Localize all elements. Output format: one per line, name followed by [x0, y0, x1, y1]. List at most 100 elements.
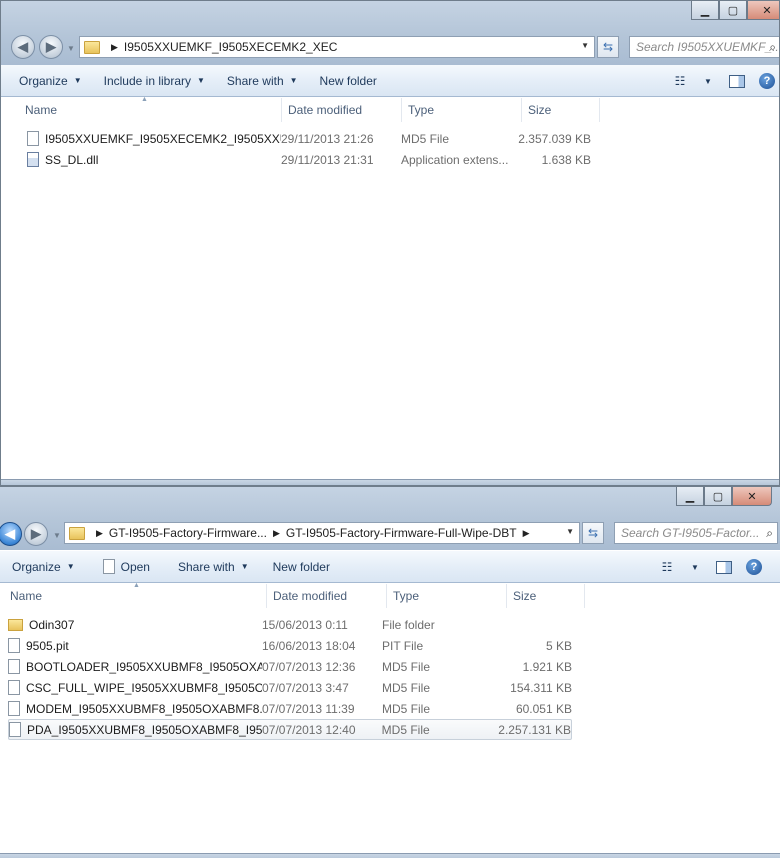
preview-pane-icon[interactable] — [729, 74, 745, 88]
refresh-button[interactable]: ⇆ — [597, 36, 619, 58]
file-list: I9505XXUEMKF_I9505XECEMK2_I9505XXU... 29/… — [27, 128, 779, 170]
recent-pages-dropdown-icon[interactable]: ▼ — [67, 44, 75, 53]
address-bar[interactable]: ▶ I9505XXUEMKF_I9505XECEMK2_XEC ▼ — [79, 36, 595, 58]
breadcrumb-separator-icon[interactable]: ▶ — [96, 528, 103, 539]
share-with-button[interactable]: Share with ▼ — [219, 69, 306, 93]
recent-pages-dropdown-icon[interactable]: ▼ — [53, 531, 61, 540]
refresh-icon: ⇆ — [587, 526, 599, 540]
column-headers: ▲ Name Date modified Type Size — [0, 582, 780, 608]
file-date: 29/11/2013 21:26 — [281, 131, 374, 146]
breadcrumb-separator-icon[interactable]: ▶ — [523, 528, 530, 539]
file-name: Odin307 — [29, 617, 75, 632]
organize-button[interactable]: Organize ▼ — [11, 69, 90, 93]
file-date: 07/07/2013 11:39 — [262, 701, 355, 716]
file-row[interactable]: Odin307 15/06/2013 0:11 File folder — [8, 614, 572, 635]
include-in-library-button[interactable]: Include in library ▼ — [96, 69, 213, 93]
maximize-button[interactable]: ▢ — [719, 1, 747, 20]
chevron-down-icon: ▼ — [73, 76, 82, 85]
file-date: 07/07/2013 12:40 — [262, 722, 356, 737]
column-header-size[interactable]: Size — [522, 98, 600, 122]
sort-ascending-icon: ▲ — [141, 96, 148, 103]
file-name: SS_DL.dll — [45, 152, 99, 167]
column-header-type[interactable]: Type — [387, 584, 507, 608]
file-name-cell[interactable]: Odin307 — [8, 618, 262, 632]
column-header-type[interactable]: Type — [402, 98, 522, 122]
column-header-date[interactable]: Date modified — [282, 98, 402, 122]
change-view-icon[interactable]: ☷ — [669, 71, 691, 91]
breadcrumb-separator-icon[interactable]: ▶ — [273, 528, 280, 539]
search-input[interactable]: Search I9505XXUEMKF_... ⌕ — [629, 36, 779, 58]
view-controls: ☷ ▼ ? — [669, 65, 779, 97]
chevron-down-icon: ▼ — [240, 562, 249, 571]
file-row[interactable]: 9505.pit 16/06/2013 18:04 PIT File 5 KB — [8, 635, 572, 656]
new-folder-button[interactable]: New folder — [312, 69, 385, 93]
file-row[interactable]: SS_DL.dll 29/11/2013 21:31 Application ext… — [27, 149, 591, 170]
back-arrow-icon: ◀ — [5, 526, 15, 541]
refresh-icon: ⇆ — [602, 40, 614, 54]
file-name-cell[interactable]: SS_DL.dll — [27, 152, 281, 167]
file-date: 16/06/2013 18:04 — [262, 638, 356, 653]
column-size-label: Size — [513, 589, 537, 603]
file-name-cell[interactable]: MODEM_I9505XXUBMF8_I9505OXABMF8... — [8, 701, 262, 716]
new-folder-label: New folder — [319, 73, 377, 88]
navigation-bar: ◀ ▶ ▼ ▶ GT-I9505-Factory-Firmware... ▶ G… — [0, 518, 780, 550]
forward-button[interactable]: ▶ — [24, 522, 48, 546]
view-dropdown-icon[interactable]: ▼ — [697, 71, 719, 91]
refresh-button[interactable]: ⇆ — [582, 522, 604, 544]
address-dropdown-icon[interactable]: ▼ — [581, 41, 589, 50]
address-bar[interactable]: ▶ GT-I9505-Factory-Firmware... ▶ GT-I950… — [64, 522, 580, 544]
help-icon[interactable]: ? — [746, 559, 762, 575]
file-type: MD5 File — [381, 722, 430, 737]
column-header-size[interactable]: Size — [507, 584, 585, 608]
file-date: 07/07/2013 3:47 — [262, 680, 349, 695]
minimize-button[interactable]: ▁ — [676, 487, 704, 506]
file-name-cell[interactable]: CSC_FULL_WIPE_I9505XXUBMF8_I9505OX... — [8, 680, 262, 695]
address-dropdown-icon[interactable]: ▼ — [566, 527, 574, 536]
breadcrumb-segment[interactable]: GT-I9505-Factory-Firmware... — [109, 526, 267, 540]
maximize-button[interactable]: ▢ — [704, 487, 732, 506]
file-row[interactable]: CSC_FULL_WIPE_I9505XXUBMF8_I9505OX... 07/… — [8, 677, 572, 698]
close-button[interactable]: ✕ — [732, 487, 772, 506]
forward-button[interactable]: ▶ — [39, 35, 63, 59]
column-header-name[interactable]: ▲ Name — [1, 96, 282, 122]
back-button[interactable]: ◀ — [0, 522, 22, 546]
search-icon[interactable]: ⌕ — [769, 40, 776, 55]
file-name-cell[interactable]: BOOTLOADER_I9505XXUBMF8_I9505OXA... — [8, 659, 262, 674]
file-name-cell[interactable]: I9505XXUEMKF_I9505XECEMK2_I9505XXU... — [27, 131, 281, 146]
forward-arrow-icon: ▶ — [46, 39, 56, 54]
change-view-icon[interactable]: ☷ — [656, 557, 678, 577]
column-header-date[interactable]: Date modified — [267, 584, 387, 608]
file-icon — [8, 701, 20, 716]
file-icon — [8, 638, 20, 653]
search-icon[interactable]: ⌕ — [766, 526, 773, 541]
sort-ascending-icon: ▲ — [133, 582, 140, 589]
file-type: Application extens... — [401, 152, 509, 167]
new-folder-label: New folder — [272, 559, 330, 574]
document-icon — [102, 559, 115, 574]
file-name-cell[interactable]: 9505.pit — [8, 638, 262, 653]
organize-button[interactable]: Organize ▼ — [4, 555, 83, 579]
file-row[interactable]: I9505XXUEMKF_I9505XECEMK2_I9505XXU... 29/… — [27, 128, 591, 149]
file-name-cell[interactable]: PDA_I9505XXUBMF8_I9505OXABMF8_I95... — [9, 722, 262, 737]
column-header-name[interactable]: ▲ Name — [0, 582, 267, 608]
help-icon[interactable]: ? — [759, 73, 775, 89]
file-row[interactable]: PDA_I9505XXUBMF8_I9505OXABMF8_I95... 07/0… — [8, 719, 572, 740]
file-row[interactable]: BOOTLOADER_I9505XXUBMF8_I9505OXA... 07/07… — [8, 656, 572, 677]
preview-pane-icon[interactable] — [716, 560, 732, 574]
breadcrumb-separator-icon[interactable]: ▶ — [111, 42, 118, 53]
view-dropdown-icon[interactable]: ▼ — [684, 557, 706, 577]
breadcrumb-segment[interactable]: GT-I9505-Factory-Firmware-Full-Wipe-DBT — [286, 526, 517, 540]
open-button[interactable]: Open — [95, 555, 158, 579]
search-placeholder: Search GT-I9505-Factor... — [621, 526, 760, 540]
back-button[interactable]: ◀ — [11, 35, 35, 59]
new-folder-button[interactable]: New folder — [265, 555, 338, 579]
command-bar: Organize ▼ Include in library ▼ Share with… — [1, 65, 779, 97]
search-input[interactable]: Search GT-I9505-Factor... ⌕ — [614, 522, 778, 544]
file-row[interactable]: MODEM_I9505XXUBMF8_I9505OXABMF8... 07/07/… — [8, 698, 572, 719]
minimize-button[interactable]: ▁ — [691, 1, 719, 20]
file-icon — [27, 131, 39, 146]
close-button[interactable]: ✕ — [747, 1, 779, 20]
file-date: 29/11/2013 21:31 — [281, 152, 374, 167]
share-with-button[interactable]: Share with ▼ — [170, 555, 257, 579]
breadcrumb-segment[interactable]: I9505XXUEMKF_I9505XECEMK2_XEC — [124, 40, 337, 54]
